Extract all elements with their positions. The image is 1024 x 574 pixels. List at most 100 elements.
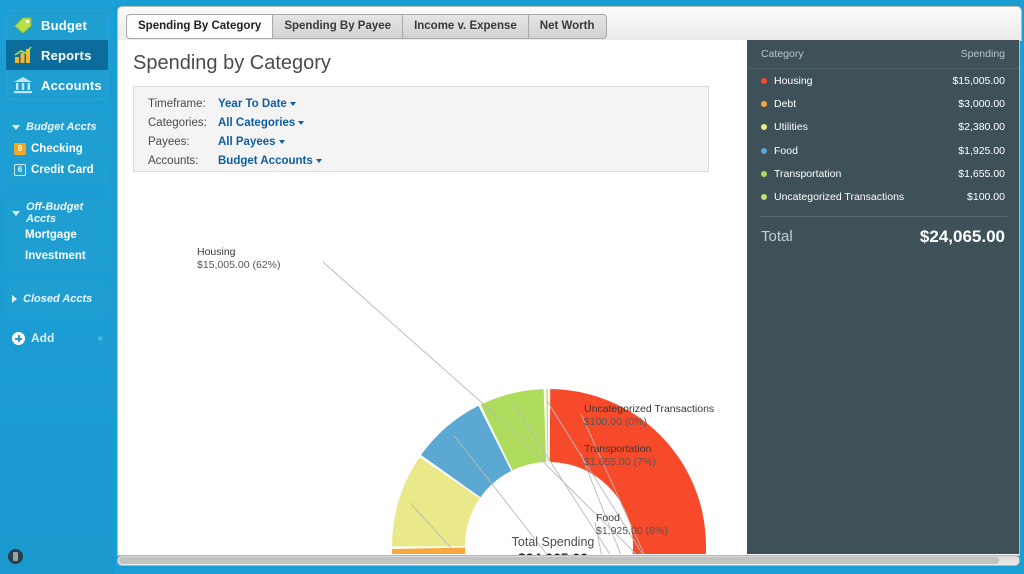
summary-row-amount: $1,655.00	[958, 168, 1005, 180]
donut-chart-svg	[118, 180, 749, 554]
info-icon[interactable]	[8, 549, 23, 564]
chart-label-transportation: Transportation $1,655.00 (7%)	[584, 443, 656, 469]
summary-row-list: Housing $15,005.00 Debt $3,000.00 Utilities $…	[747, 69, 1019, 209]
tab-spending-by-payee[interactable]: Spending By Payee	[273, 14, 403, 39]
sidebar-item-credit-card[interactable]: 6 Credit Card	[6, 159, 108, 180]
filter-row-categories: Categories: All Categories	[148, 113, 708, 132]
timeframe-label: Timeframe:	[148, 98, 218, 110]
sidebar-item-credit-card-label: Credit Card	[31, 164, 94, 176]
categories-value: All Categories	[218, 117, 295, 129]
summary-row[interactable]: Housing $15,005.00	[747, 69, 1019, 92]
summary-row-label: Utilities	[774, 121, 808, 133]
summary-row-amount: $2,380.00	[958, 121, 1005, 133]
summary-row[interactable]: Debt $3,000.00	[747, 92, 1019, 115]
tab-list: Spending By Category Spending By Payee I…	[126, 14, 607, 39]
chart-center-label: Total Spending $24,065.00	[473, 535, 633, 556]
summary-row-label: Debt	[774, 98, 796, 110]
sidebar-item-budget-label: Budget	[41, 18, 87, 33]
timeframe-value: Year To Date	[218, 98, 287, 110]
budget-accounts-group: Budget Accts 9 Checking 6 Credit Card	[6, 112, 108, 186]
summary-row[interactable]: Utilities $2,380.00	[747, 116, 1019, 139]
chevron-down-icon	[298, 121, 304, 125]
sidebar-item-budget[interactable]: Budget	[6, 10, 108, 40]
category-color-dot	[761, 78, 767, 84]
summary-row-amount: $15,005.00	[952, 75, 1005, 87]
tag-icon	[12, 14, 34, 36]
checking-count-badge: 9	[14, 143, 26, 155]
summary-total-amount: $24,065.00	[920, 227, 1005, 247]
accounts-value: Budget Accounts	[218, 155, 313, 167]
credit-card-count-badge: 6	[14, 164, 26, 176]
offbudget-accounts-header[interactable]: Off-Budget Accts	[6, 202, 108, 224]
column-header-category: Category	[761, 48, 804, 60]
bar-chart-icon	[12, 44, 34, 66]
category-color-dot	[761, 148, 767, 154]
chart-label-food: Food $1,925.00 (8%)	[596, 512, 668, 538]
category-color-dot	[761, 194, 767, 200]
summary-row-label: Housing	[774, 75, 813, 87]
application-window: Budget Reports	[0, 0, 1024, 574]
donut-slice[interactable]	[546, 389, 548, 462]
summary-row[interactable]: Uncategorized Transactions$100.00	[747, 185, 1019, 208]
closed-accounts-header[interactable]: Closed Accts	[6, 288, 108, 310]
chevron-down-icon	[12, 211, 20, 216]
closed-accounts-title: Closed Accts	[23, 293, 92, 305]
category-color-dot	[761, 101, 767, 107]
summary-header-row: Category Spending	[747, 40, 1019, 69]
budget-accounts-title: Budget Accts	[26, 121, 97, 133]
summary-total-row: Total $24,065.00	[747, 219, 1019, 255]
report-content: Spending by Category Export Print Timefr…	[117, 40, 1020, 556]
sidebar-item-checking-label: Checking	[31, 143, 83, 155]
sidebar-item-accounts-label: Accounts	[41, 78, 102, 93]
add-account-row[interactable]: Add «	[6, 326, 108, 350]
tab-income-v-expense[interactable]: Income v. Expense	[403, 14, 529, 39]
closed-accounts-group: Closed Accts	[6, 284, 108, 316]
budget-accounts-header[interactable]: Budget Accts	[6, 116, 108, 138]
summary-divider	[759, 216, 1007, 217]
bank-icon	[12, 74, 34, 96]
tab-net-worth[interactable]: Net Worth	[529, 14, 607, 39]
chart-label-housing: Housing $15,005.00 (62%)	[197, 246, 280, 272]
accounts-dropdown[interactable]: Budget Accounts	[218, 155, 322, 167]
summary-row-label: Food	[774, 145, 798, 157]
payees-label: Payees:	[148, 136, 218, 148]
timeframe-dropdown[interactable]: Year To Date	[218, 98, 296, 110]
scrollbar-thumb[interactable]	[119, 557, 999, 564]
payees-value: All Payees	[218, 136, 276, 148]
accounts-label: Accounts:	[148, 155, 218, 167]
sidebar-item-mortgage[interactable]: Mortgage	[6, 224, 108, 245]
chevron-down-icon	[12, 125, 20, 130]
horizontal-scrollbar[interactable]	[117, 555, 1020, 566]
sidebar-item-investment[interactable]: Investment	[6, 245, 108, 266]
add-label: Add	[31, 331, 54, 345]
sidebar-item-checking[interactable]: 9 Checking	[6, 138, 108, 159]
filter-row-accounts: Accounts: Budget Accounts	[148, 151, 708, 170]
summary-row[interactable]: Transportation $1,655.00	[747, 162, 1019, 185]
payees-dropdown[interactable]: All Payees	[218, 136, 285, 148]
sidebar-item-reports[interactable]: Reports	[6, 40, 108, 70]
chevron-right-icon	[12, 295, 17, 303]
summary-row-amount: $100.00	[967, 191, 1005, 203]
chevron-down-icon	[279, 140, 285, 144]
chevron-down-icon	[290, 102, 296, 106]
sidebar-item-accounts[interactable]: Accounts	[6, 70, 108, 100]
donut-chart: Total Spending $24,065.00 Housing $15,00…	[118, 180, 749, 554]
summary-row[interactable]: Food $1,925.00	[747, 139, 1019, 162]
main-nav-group: Budget Reports	[6, 10, 108, 100]
collapse-sidebar-button[interactable]: «	[97, 333, 102, 344]
page-title: Spending by Category	[133, 52, 331, 75]
categories-dropdown[interactable]: All Categories	[218, 117, 304, 129]
sidebar-item-investment-label: Investment	[25, 250, 86, 262]
filter-panel: Timeframe: Year To Date Categories: All …	[133, 86, 709, 172]
category-color-dot	[761, 124, 767, 130]
category-summary-panel: Category Spending Housing $15,005.00 Debt $…	[747, 40, 1019, 554]
summary-row-label: Transportation	[774, 168, 841, 180]
plus-icon	[12, 332, 25, 345]
summary-row-amount: $3,000.00	[958, 98, 1005, 110]
tab-strip: Spending By Category Spending By Payee I…	[117, 6, 1022, 41]
left-sidebar: Budget Reports	[0, 0, 114, 574]
tab-spending-by-category[interactable]: Spending By Category	[126, 14, 273, 39]
offbudget-accounts-group: Off-Budget Accts Mortgage Investment	[6, 198, 108, 272]
summary-row-amount: $1,925.00	[958, 145, 1005, 157]
category-color-dot	[761, 171, 767, 177]
